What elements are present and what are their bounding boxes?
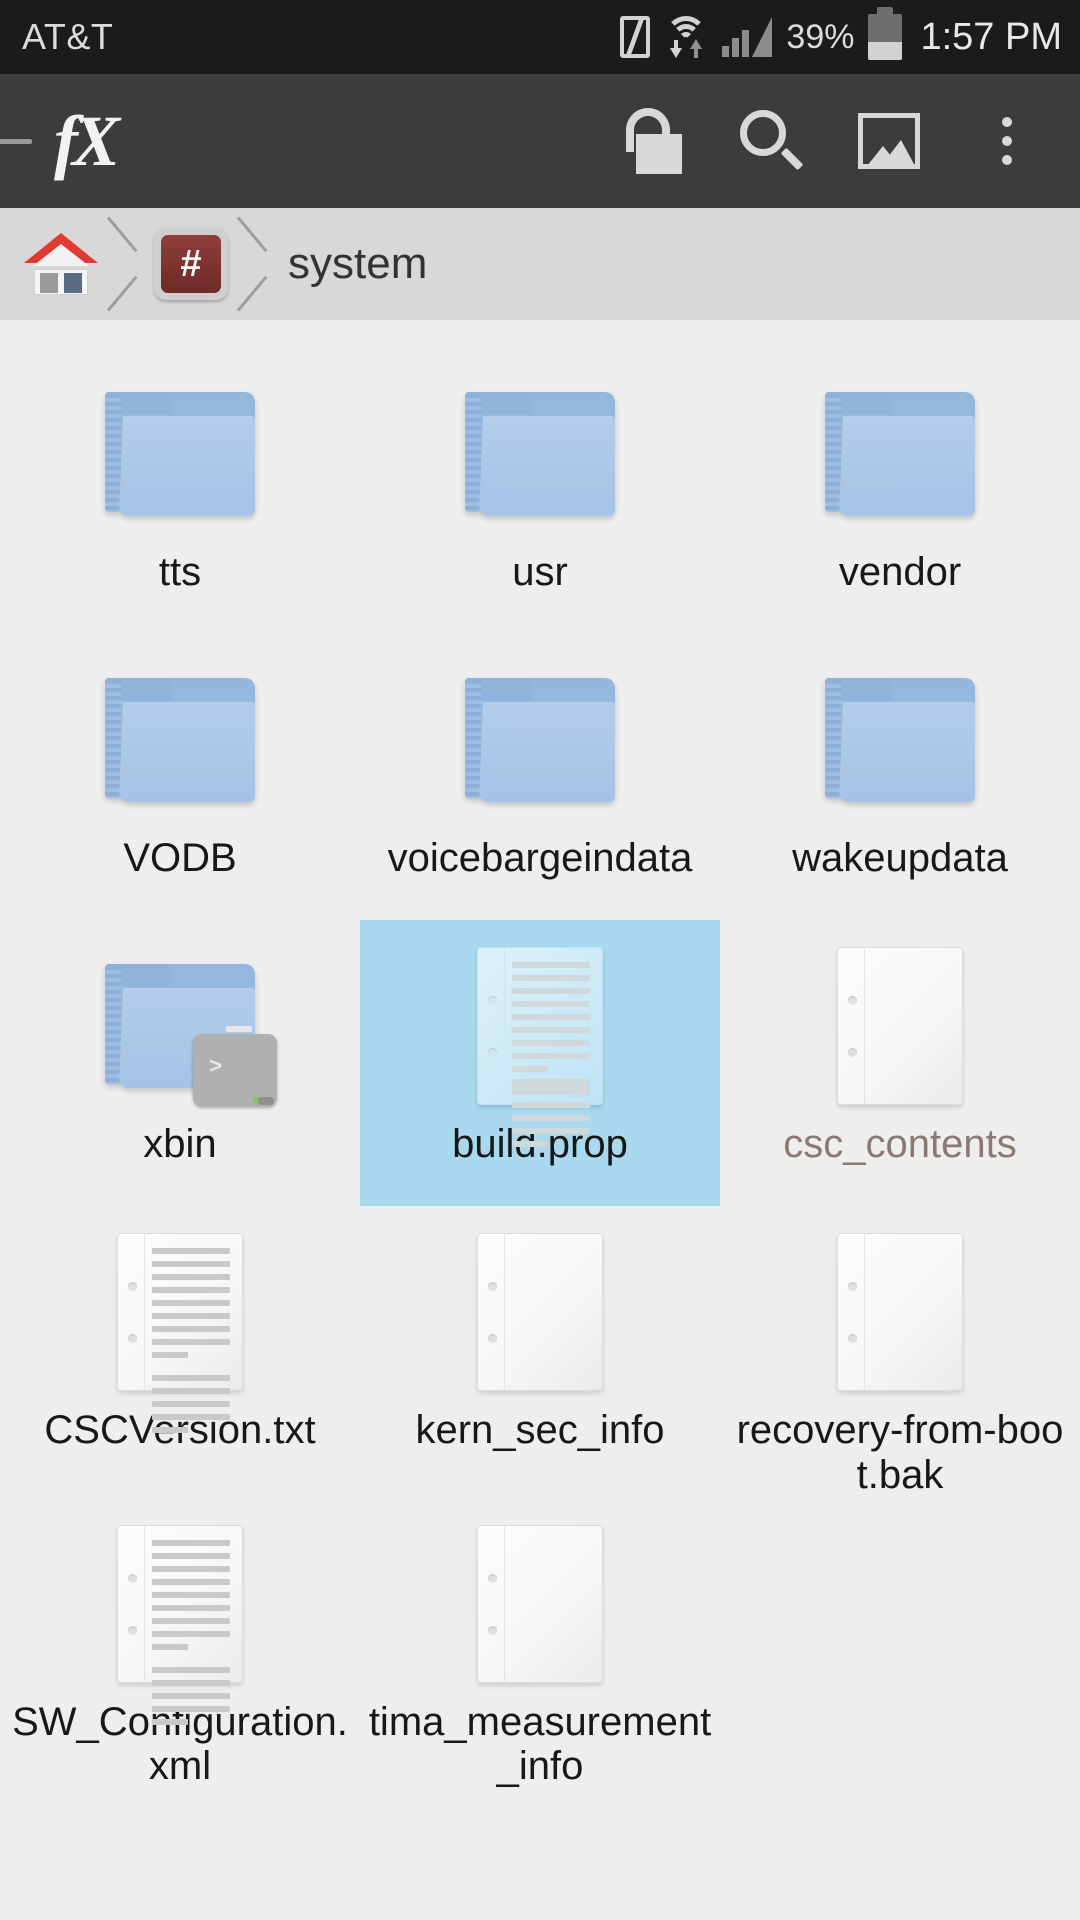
file-cell[interactable]: CSCVersion.txt <box>0 1206 360 1498</box>
home-icon <box>24 233 98 295</box>
breadcrumb-current-label: system <box>288 239 428 288</box>
file-cell[interactable]: wakeupdata <box>720 634 1080 920</box>
file-cell[interactable]: > xbin <box>0 920 360 1206</box>
blank-document-icon <box>477 1233 603 1391</box>
folder-icon <box>465 392 615 516</box>
file-name-label: voicebargeindata <box>387 836 693 880</box>
unlock-icon <box>624 108 682 174</box>
breadcrumb-item-root[interactable]: # <box>154 208 228 320</box>
file-icon <box>445 1228 635 1396</box>
file-cell[interactable]: VODB <box>0 634 360 920</box>
search-button[interactable] <box>712 82 830 200</box>
file-name-label: recovery-from-boot.bak <box>736 1408 1064 1497</box>
root-hash-glyph: # <box>161 235 221 293</box>
file-name-label: tts <box>158 550 202 594</box>
file-name-label: kern_sec_info <box>415 1408 665 1452</box>
file-cell[interactable]: SW_Configuration.xml <box>0 1498 360 1790</box>
app-logo: fX <box>54 101 120 181</box>
text-document-icon <box>117 1233 243 1433</box>
root-hash-icon: # <box>154 228 228 300</box>
battery-percent-label: 39% <box>786 17 855 56</box>
folder-icon <box>105 678 255 802</box>
file-icon <box>445 656 635 824</box>
file-cell[interactable]: tima_measurement_info <box>360 1498 720 1790</box>
battery-icon <box>868 14 903 60</box>
status-icons: 39% 1:57 PM <box>620 14 1062 60</box>
breadcrumb-item-home[interactable] <box>24 208 98 320</box>
unlock-root-button[interactable] <box>594 82 712 200</box>
file-name-label: tima_measurement_info <box>368 1699 712 1789</box>
app-toolbar: fX <box>0 74 1080 208</box>
file-icon <box>805 1228 995 1396</box>
overflow-menu-button[interactable] <box>948 82 1066 200</box>
file-icon <box>85 1228 275 1433</box>
file-cell[interactable]: usr <box>360 348 720 634</box>
file-icon <box>85 656 275 824</box>
file-cell[interactable]: tts <box>0 348 360 634</box>
file-icon <box>805 370 995 538</box>
file-cell[interactable]: csc_contents <box>720 920 1080 1206</box>
folder-icon <box>825 392 975 516</box>
clock-label: 1:57 PM <box>920 15 1062 58</box>
file-icon <box>85 1520 275 1725</box>
file-cell-selected[interactable]: build.prop <box>360 920 720 1206</box>
image-icon <box>858 113 920 169</box>
file-icon <box>445 1520 635 1688</box>
carrier-label: AT&T <box>22 16 114 57</box>
file-name-label: usr <box>512 550 568 594</box>
file-name-label: csc_contents <box>783 1122 1017 1166</box>
file-icon: > <box>85 942 277 1110</box>
file-name-label: vendor <box>838 550 962 594</box>
search-icon <box>740 110 804 172</box>
file-icon <box>805 656 995 824</box>
blank-document-icon <box>837 947 963 1105</box>
file-icon <box>445 942 635 1147</box>
text-document-icon <box>117 1524 243 1725</box>
file-cell[interactable]: recovery-from-boot.bak <box>720 1206 1080 1498</box>
text-document-icon <box>477 947 603 1147</box>
breadcrumb: # system <box>0 208 1080 320</box>
file-name-label: xbin <box>143 1122 217 1166</box>
status-bar: AT&T 39% 1:57 PM <box>0 0 1080 74</box>
image-view-button[interactable] <box>830 82 948 200</box>
file-icon <box>85 370 275 538</box>
file-name-label: wakeupdata <box>792 836 1008 880</box>
file-icon <box>445 370 635 538</box>
blank-document-icon <box>477 1524 603 1683</box>
file-icon <box>805 942 995 1110</box>
terminal-badge-icon: > <box>193 1026 277 1106</box>
file-name-label: VODB <box>123 836 237 880</box>
file-cell[interactable]: kern_sec_info <box>360 1206 720 1498</box>
file-cell[interactable]: vendor <box>720 348 1080 634</box>
breadcrumb-separator-icon <box>98 208 154 320</box>
nfc-icon <box>620 16 651 58</box>
file-grid: tts usr vendor VODB voicebargeindata wakeupda… <box>0 320 1080 1789</box>
overflow-menu-icon <box>1001 117 1013 165</box>
file-cell[interactable]: voicebargeindata <box>360 634 720 920</box>
blank-document-icon <box>837 1233 963 1391</box>
breadcrumb-separator-icon <box>228 208 284 320</box>
drawer-handle-icon[interactable] <box>0 138 32 144</box>
folder-icon <box>825 678 975 802</box>
folder-icon <box>105 392 255 516</box>
wifi-icon <box>664 16 708 58</box>
folder-icon <box>465 678 615 802</box>
breadcrumb-item-system[interactable]: system <box>284 208 427 320</box>
signal-icon <box>722 17 773 57</box>
